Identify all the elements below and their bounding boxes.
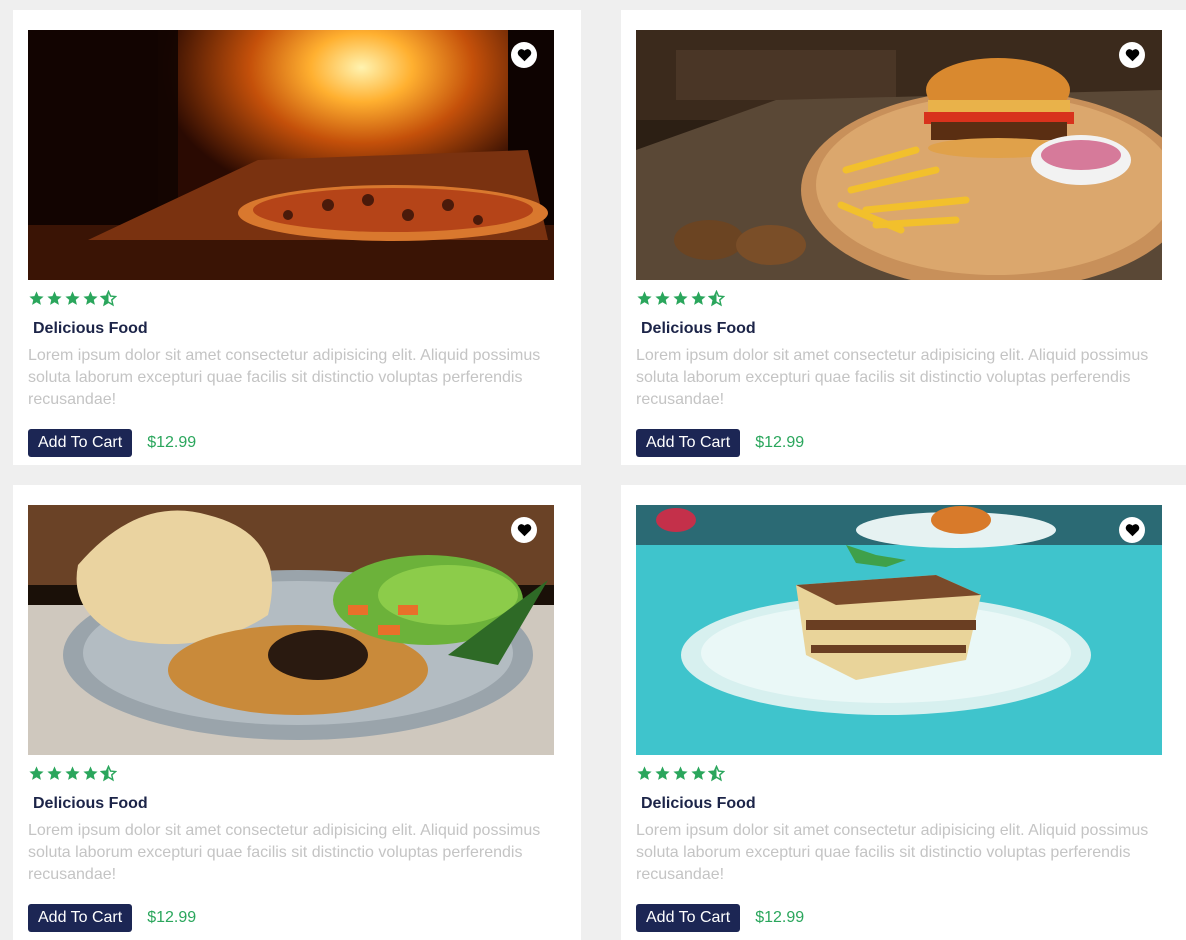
product-card: Delicious Food Lorem ipsum dolor sit ame… [621,485,1186,940]
rating-stars [28,764,566,782]
rating-stars [636,289,1174,307]
product-grid: Delicious Food Lorem ipsum dolor sit ame… [13,10,1186,940]
star-full-icon [691,765,706,780]
burger-fries-photo [636,30,1162,280]
product-card: Delicious Food Lorem ipsum dolor sit ame… [13,485,581,940]
favorite-heart-icon[interactable] [1119,517,1145,543]
product-description: Lorem ipsum dolor sit amet consectetur a… [28,822,541,883]
product-title: Delicious Food [33,795,148,812]
nasi-goreng-photo [28,505,554,755]
product-title: Delicious Food [641,795,756,812]
star-full-icon [65,765,80,780]
star-half-icon [708,764,725,781]
add-to-cart-button[interactable]: Add To Cart [636,904,741,932]
star-full-icon [673,290,688,305]
product-image-rice-plate[interactable] [28,505,554,755]
add-to-cart-button[interactable]: Add To Cart [636,429,741,457]
product-title: Delicious Food [33,320,148,337]
product-price: $12.99 [147,434,197,451]
star-half-icon [708,289,725,306]
favorite-heart-icon[interactable] [511,517,537,543]
star-half-icon [100,289,117,306]
rating-stars [636,764,1174,782]
rating-stars [28,289,566,307]
product-card: Delicious Food Lorem ipsum dolor sit ame… [621,10,1186,465]
star-full-icon [637,765,652,780]
product-price: $12.99 [755,909,805,926]
star-full-icon [29,765,44,780]
add-to-cart-button[interactable]: Add To Cart [28,904,133,932]
favorite-heart-icon[interactable] [1119,42,1145,68]
product-description: Lorem ipsum dolor sit amet consectetur a… [636,822,1149,883]
add-to-cart-button[interactable]: Add To Cart [28,429,133,457]
product-image-burger[interactable] [636,30,1162,280]
product-description: Lorem ipsum dolor sit amet consectetur a… [636,347,1149,408]
product-card: Delicious Food Lorem ipsum dolor sit ame… [13,10,581,465]
star-full-icon [655,290,670,305]
tiramisu-photo [636,505,1162,755]
product-title: Delicious Food [641,320,756,337]
star-full-icon [29,290,44,305]
favorite-heart-icon[interactable] [511,42,537,68]
product-image-pizza[interactable] [28,30,554,280]
star-full-icon [83,290,98,305]
star-full-icon [655,765,670,780]
product-price: $12.99 [755,434,805,451]
star-full-icon [47,290,62,305]
product-price: $12.99 [147,909,197,926]
star-full-icon [65,290,80,305]
product-description: Lorem ipsum dolor sit amet consectetur a… [28,347,541,408]
star-full-icon [637,290,652,305]
star-full-icon [673,765,688,780]
star-full-icon [83,765,98,780]
pizza-oven-photo [28,30,554,280]
star-full-icon [691,290,706,305]
product-image-tiramisu[interactable] [636,505,1162,755]
star-full-icon [47,765,62,780]
star-half-icon [100,764,117,781]
